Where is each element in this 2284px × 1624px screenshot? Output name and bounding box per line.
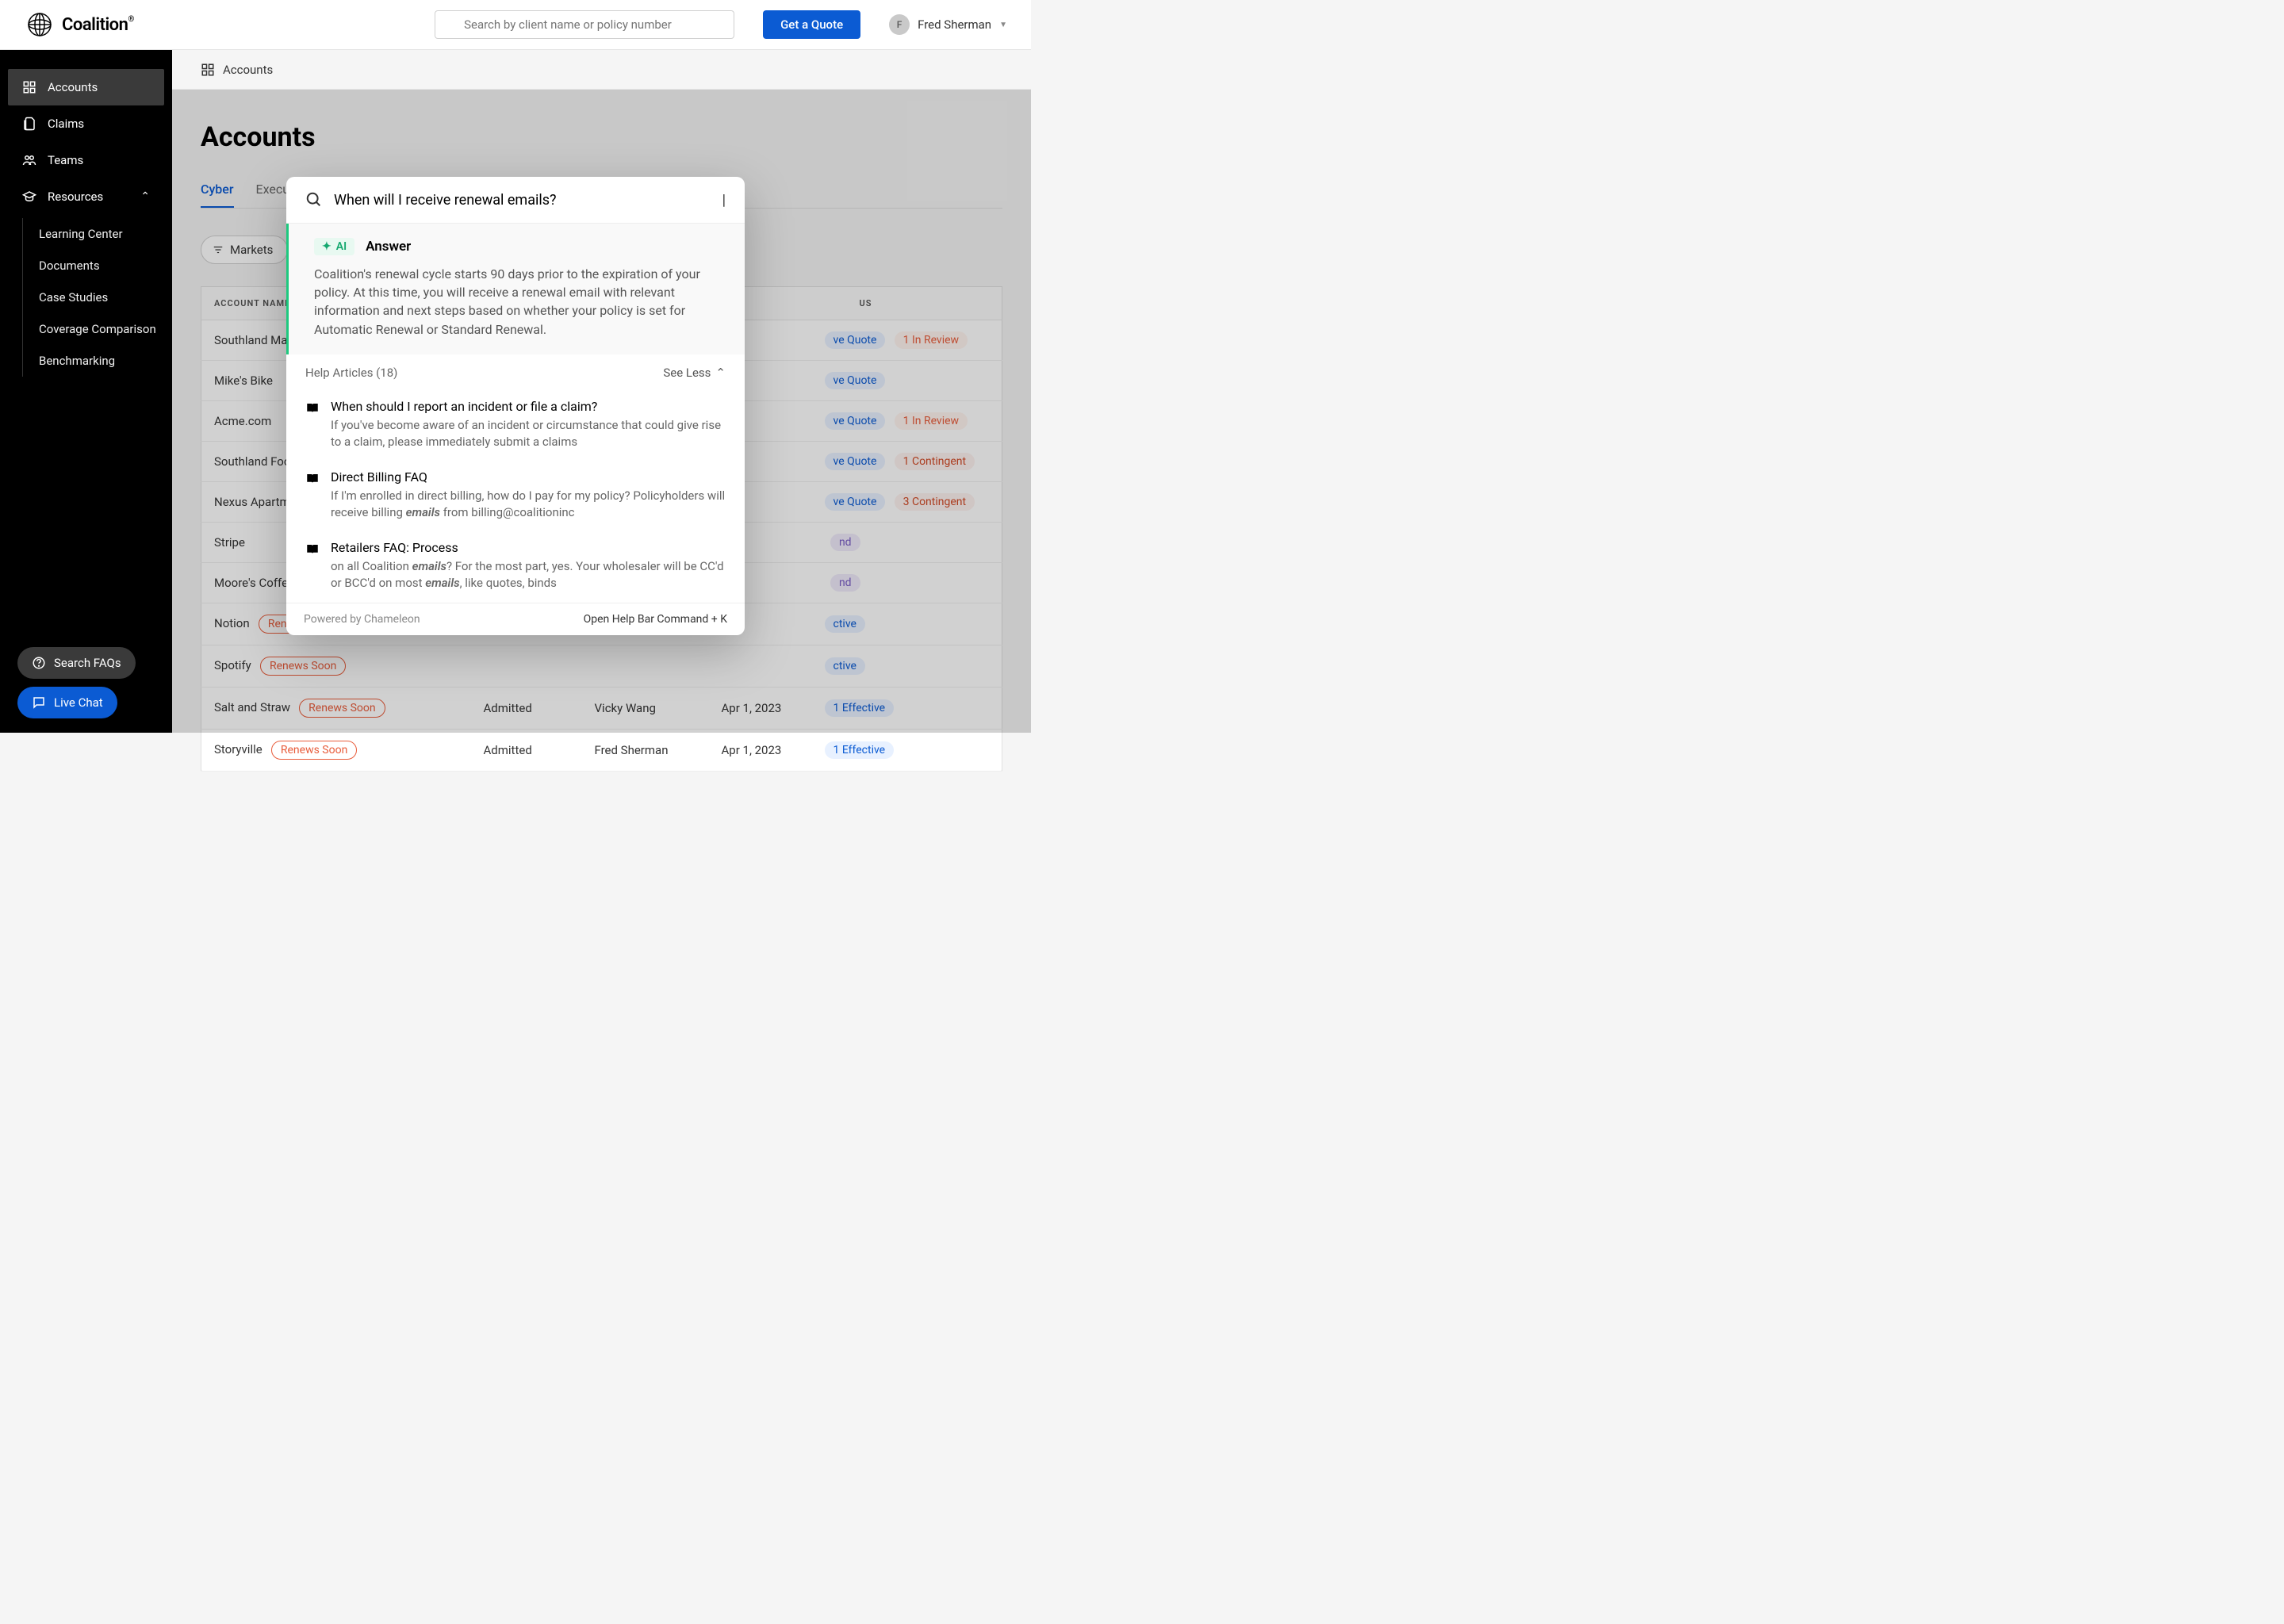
breadcrumb: Accounts bbox=[172, 50, 1031, 90]
renews-badge: Renews Soon bbox=[271, 741, 357, 760]
book-icon bbox=[305, 401, 320, 416]
cursor-icon: | bbox=[722, 192, 726, 209]
faq-label: Search FAQs bbox=[54, 656, 121, 670]
avatar: F bbox=[889, 14, 910, 35]
help-article[interactable]: Retailers FAQ: Process on all Coalition … bbox=[286, 532, 745, 603]
sidebar: Accounts Claims Teams Resources ⌃ Learni… bbox=[0, 50, 172, 733]
sidebar-item-claims[interactable]: Claims bbox=[8, 105, 164, 142]
ai-badge: ✦ AI bbox=[314, 238, 354, 255]
article-title: Retailers FAQ: Process bbox=[331, 540, 726, 555]
logo-mark-icon bbox=[27, 12, 52, 37]
see-less-toggle[interactable]: See Less ⌃ bbox=[663, 366, 726, 380]
market-cell: Admitted bbox=[471, 730, 582, 772]
get-quote-button[interactable]: Get a Quote bbox=[763, 10, 860, 39]
app-header: Coalition® Get a Quote F Fred Sherman ▼ bbox=[0, 0, 1031, 50]
live-chat-button[interactable]: Live Chat bbox=[17, 687, 117, 718]
articles-header-row: Help Articles (18) See Less ⌃ bbox=[286, 354, 745, 391]
status-badge: 1 Effective bbox=[825, 741, 895, 759]
sub-documents[interactable]: Documents bbox=[31, 250, 172, 282]
articles-count: Help Articles (18) bbox=[305, 366, 397, 380]
document-icon bbox=[22, 117, 36, 131]
sidebar-item-accounts[interactable]: Accounts bbox=[8, 69, 164, 105]
grid-icon bbox=[201, 63, 215, 77]
user-menu[interactable]: F Fred Sherman ▼ bbox=[889, 14, 1007, 35]
ai-answer-text: Coalition's renewal cycle starts 90 days… bbox=[314, 265, 726, 339]
help-search-input[interactable] bbox=[334, 192, 711, 209]
global-search-wrap bbox=[435, 10, 734, 39]
help-article[interactable]: When should I report an incident or file… bbox=[286, 391, 745, 462]
sub-benchmarking[interactable]: Benchmarking bbox=[31, 345, 172, 377]
help-article[interactable]: Direct Billing FAQ If I'm enrolled in di… bbox=[286, 462, 745, 532]
people-icon bbox=[22, 153, 36, 167]
ai-answer-title: Answer bbox=[366, 239, 411, 255]
sidebar-label: Claims bbox=[48, 117, 84, 131]
resources-submenu: Learning Center Documents Case Studies C… bbox=[22, 218, 172, 377]
sidebar-item-teams[interactable]: Teams bbox=[8, 142, 164, 178]
article-snippet: on all Coalition emails? For the most pa… bbox=[331, 558, 726, 592]
sidebar-item-resources[interactable]: Resources ⌃ bbox=[8, 178, 164, 215]
sub-coverage-comparison[interactable]: Coverage Comparison bbox=[31, 313, 172, 345]
search-icon bbox=[305, 191, 323, 209]
user-name: Fred Sherman bbox=[918, 17, 991, 32]
help-bar-modal: | ✦ AI Answer Coalition's renewal cycle … bbox=[286, 177, 745, 635]
global-search-input[interactable] bbox=[435, 10, 734, 39]
sub-learning-center[interactable]: Learning Center bbox=[31, 218, 172, 250]
chevron-down-icon: ▼ bbox=[999, 21, 1007, 29]
open-help-bar-hint: Open Help Bar Command + K bbox=[584, 613, 727, 626]
help-search-row: | bbox=[286, 177, 745, 224]
breadcrumb-text: Accounts bbox=[223, 63, 273, 77]
ai-answer-block: ✦ AI Answer Coalition's renewal cycle st… bbox=[286, 224, 745, 354]
sidebar-bottom: Search FAQs Live Chat bbox=[17, 647, 155, 718]
article-snippet: If you've become aware of an incident or… bbox=[331, 417, 726, 450]
question-icon bbox=[32, 656, 46, 670]
article-snippet: If I'm enrolled in direct billing, how d… bbox=[331, 488, 726, 521]
book-icon bbox=[305, 472, 320, 486]
date-cell: Apr 1, 2023 bbox=[709, 730, 812, 772]
grid-icon bbox=[22, 80, 36, 94]
sidebar-label: Resources bbox=[48, 190, 103, 204]
chat-label: Live Chat bbox=[54, 695, 103, 710]
sparkle-icon: ✦ bbox=[322, 240, 331, 253]
account-name: Storyville bbox=[214, 742, 263, 756]
chat-icon bbox=[32, 695, 46, 710]
logo-text: Coalition® bbox=[62, 15, 134, 35]
book-icon bbox=[305, 542, 320, 557]
chevron-up-icon: ⌃ bbox=[140, 190, 150, 203]
cap-icon bbox=[22, 190, 36, 204]
sidebar-label: Teams bbox=[48, 153, 83, 167]
powered-by: Powered by Chameleon bbox=[304, 613, 420, 626]
logo: Coalition® bbox=[27, 12, 134, 37]
broker-cell: Fred Sherman bbox=[582, 730, 709, 772]
sub-case-studies[interactable]: Case Studies bbox=[31, 282, 172, 313]
article-title: When should I report an incident or file… bbox=[331, 399, 726, 414]
table-row[interactable]: Storyville Renews Soon Admitted Fred She… bbox=[201, 730, 1002, 772]
sidebar-label: Accounts bbox=[48, 80, 98, 94]
article-title: Direct Billing FAQ bbox=[331, 469, 726, 485]
chevron-up-icon: ⌃ bbox=[715, 366, 726, 380]
help-bar-footer: Powered by Chameleon Open Help Bar Comma… bbox=[286, 603, 745, 635]
search-faqs-button[interactable]: Search FAQs bbox=[17, 647, 136, 679]
